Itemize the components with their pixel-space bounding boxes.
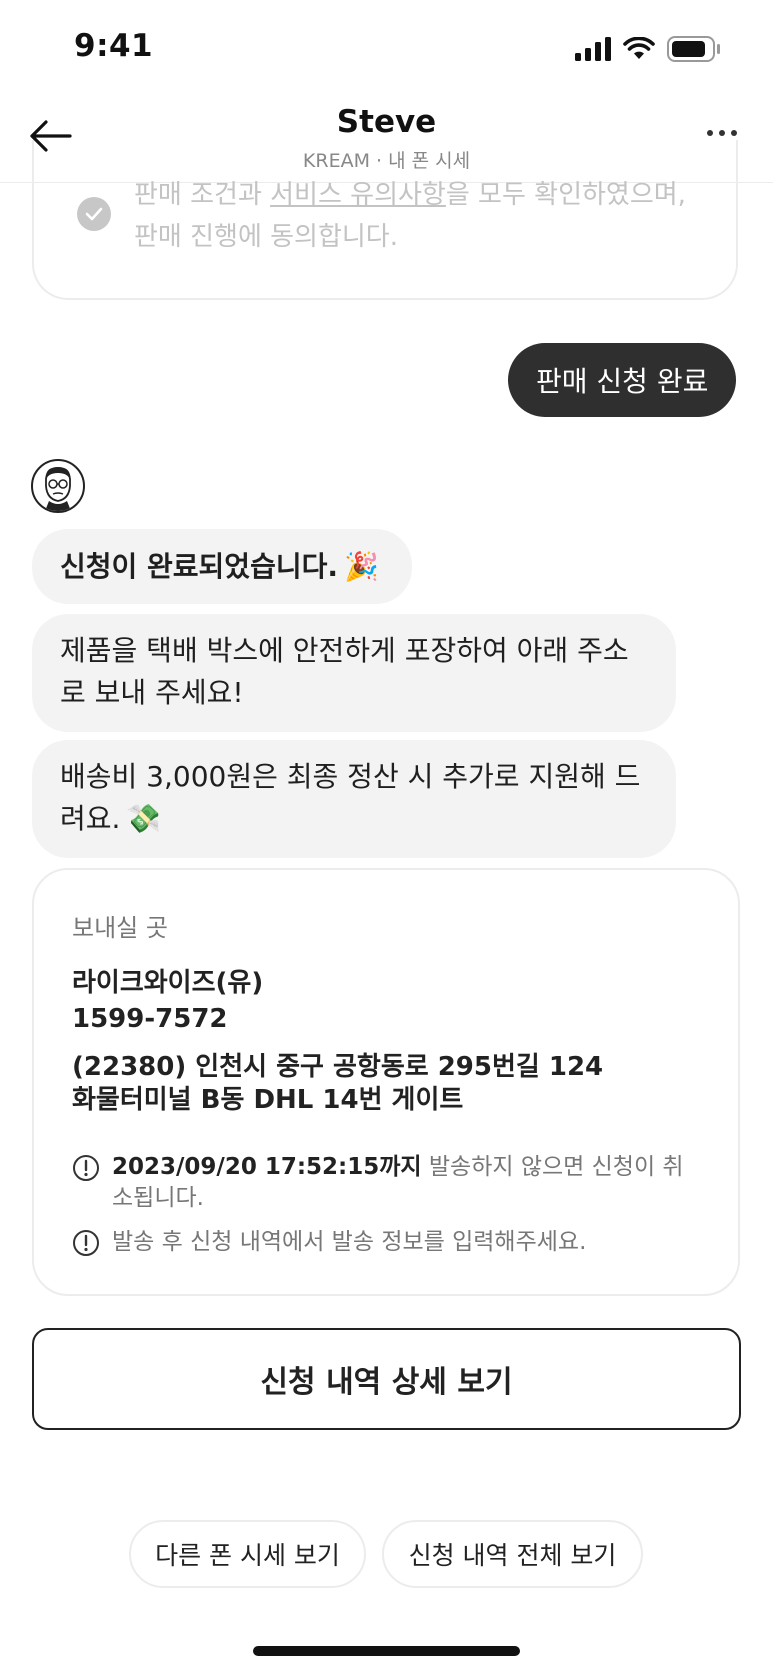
address-label: 보내실 곳 — [72, 914, 168, 942]
more-dot-icon — [719, 130, 725, 136]
deadline-notice: 2023/09/20 17:52:15까지 발송하지 않으면 신청이 취소됩니다… — [72, 1152, 692, 1214]
status-time: 9:41 — [74, 28, 154, 64]
more-options-button[interactable] — [707, 130, 737, 136]
home-indicator — [253, 1646, 520, 1656]
shipping-info-notice: 발송 후 신청 내역에서 발송 정보를 입력해주세요. — [72, 1227, 692, 1258]
recipient-phone: 1599-7572 — [72, 1004, 228, 1034]
terms-agreement-text: 판매 조건과 서비스 유의사항을 모두 확인하였으며, 판매 진행에 동의합니다… — [134, 180, 686, 252]
wifi-icon — [623, 36, 655, 65]
money-wings-icon: 💸 — [126, 802, 162, 835]
status-icons — [575, 36, 721, 66]
shipping-address-card: 보내실 곳 라이크와이즈(유) 1599-7572 (22380) 인천시 중구… — [32, 868, 740, 1296]
recipient-name: 라이크와이즈(유) — [72, 968, 264, 998]
user-message-bubble: 판매 신청 완료 — [508, 343, 737, 417]
bot-message-text: 신청이 완료되었습니다. — [60, 549, 338, 583]
service-notice-link[interactable]: 서비스 유의사항 — [270, 180, 446, 210]
other-phone-price-chip[interactable]: 다른 폰 시세 보기 — [129, 1520, 366, 1588]
status-bar: 9:41 — [0, 0, 773, 100]
deadline-datetime: 2023/09/20 17:52:15까지 — [112, 1154, 422, 1180]
all-applications-chip[interactable]: 신청 내역 전체 보기 — [382, 1520, 643, 1588]
info-circle-icon — [72, 1154, 100, 1191]
cellular-signal-icon — [575, 37, 611, 65]
party-popper-icon: 🎉 — [344, 549, 379, 583]
address-line-1: (22380) 인천시 중구 공항동로 295번길 124 — [72, 1052, 604, 1082]
bot-message-bubble: 신청이 완료되었습니다. 🎉 — [32, 529, 412, 604]
bot-message-text: 제품을 택배 박스에 안전하게 포장하여 아래 주소로 보내 주세요! — [60, 634, 629, 709]
check-circle-icon[interactable] — [77, 197, 111, 231]
avatar — [31, 459, 85, 513]
battery-icon — [667, 36, 721, 66]
bot-message-bubble: 배송비 3,000원은 최종 정산 시 추가로 지원해 드려요. 💸 — [32, 740, 676, 858]
address-line-2: 화물터미널 B동 DHL 14번 게이트 — [72, 1085, 464, 1115]
terms-agreement-card: 판매 조건과 서비스 유의사항을 모두 확인하였으며, 판매 진행에 동의합니다… — [32, 140, 738, 300]
more-dot-icon — [707, 130, 713, 136]
bot-message-bubble: 제품을 택배 박스에 안전하게 포장하여 아래 주소로 보내 주세요! — [32, 614, 676, 732]
more-dot-icon — [731, 130, 737, 136]
view-application-detail-button[interactable]: 신청 내역 상세 보기 — [32, 1328, 741, 1430]
info-circle-icon — [72, 1229, 100, 1266]
chat-title: Steve — [336, 104, 437, 140]
